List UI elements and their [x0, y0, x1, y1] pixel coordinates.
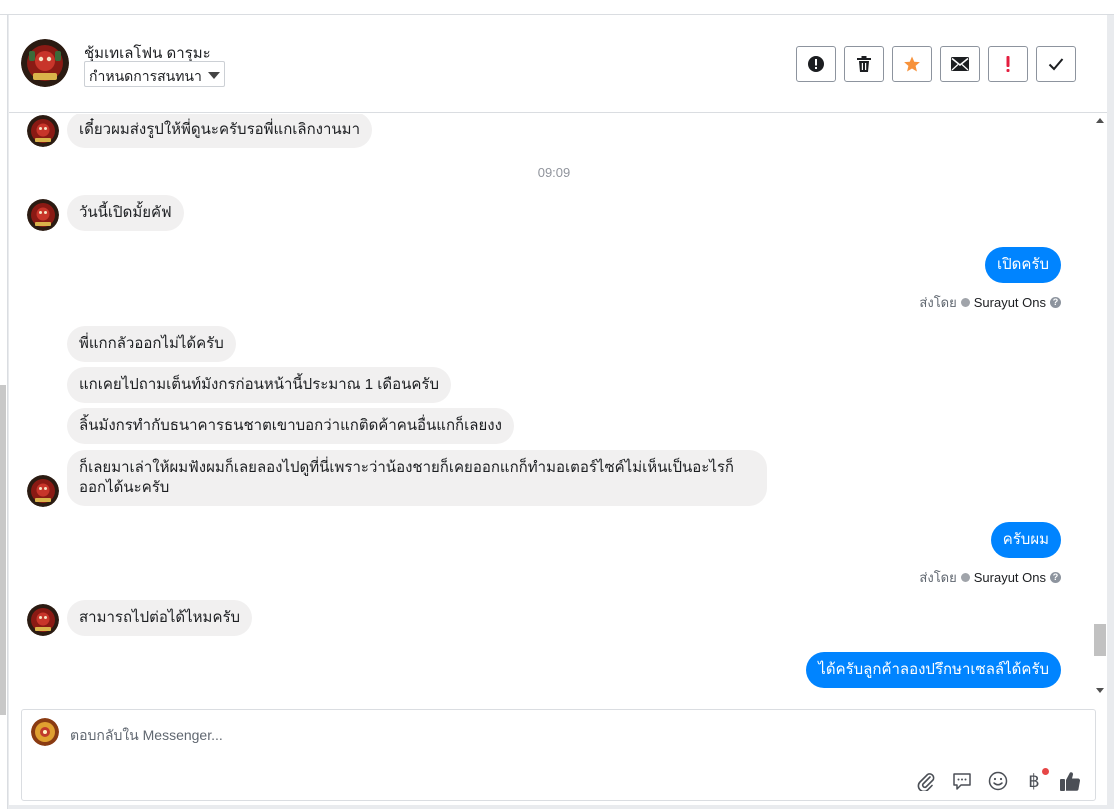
conversation-actions [796, 46, 1076, 82]
scroll-up-arrow-icon[interactable] [1096, 118, 1104, 123]
page-avatar [31, 718, 59, 746]
sent-by-prefix: ส่งโดย [919, 570, 957, 585]
notification-dot [1042, 768, 1049, 775]
delete-button[interactable] [844, 46, 884, 82]
outgoing-message[interactable]: ครับผม [990, 522, 1061, 558]
outgoing-message[interactable]: ได้ครับลูกค้าลองปรึกษาเซลล์ได้ครับ [806, 652, 1061, 688]
thread-scrollbar[interactable] [1093, 114, 1107, 697]
right-gutter [1107, 15, 1114, 809]
envelope-icon [951, 57, 969, 71]
sent-by-prefix: ส่งโดย [919, 295, 957, 310]
sent-by-agent[interactable]: Surayut Ons [974, 570, 1046, 585]
sent-by-agent[interactable]: Surayut Ons [974, 295, 1046, 310]
reply-input[interactable]: ตอบกลับใน Messenger... [70, 725, 223, 747]
top-strip [0, 0, 1114, 15]
composer-tools: ฿ [915, 768, 1081, 792]
contact-avatar-small[interactable] [27, 604, 59, 636]
contact-avatar-small[interactable] [27, 475, 59, 507]
conversation-header: ชุ้มเทเลโฟน ดารุมะ กำหนดการสนทนา [9, 15, 1107, 113]
emoji-button[interactable] [987, 770, 1009, 792]
conversation-panel: ชุ้มเทเลโฟน ดารุมะ กำหนดการสนทนา เดี๋ยวผ… [9, 15, 1107, 805]
outgoing-message[interactable]: เปิดครับ [984, 247, 1061, 283]
thumbs-up-icon [1060, 772, 1081, 791]
sent-by-label: ส่งโดย Surayut Ons ? [919, 567, 1061, 588]
caret-down-icon [208, 72, 220, 79]
scroll-down-arrow-icon[interactable] [1096, 688, 1104, 693]
follow-up-button[interactable] [988, 46, 1028, 82]
incoming-message[interactable]: วันนี้เปิดมั้ยคัฟ [67, 195, 184, 231]
help-icon[interactable]: ? [1050, 297, 1061, 308]
incoming-message[interactable]: เดี๋ยวผมส่งรูปให้พี่ดูนะครับรอพี่แกเลิกง… [67, 114, 372, 148]
contact-avatar-small[interactable] [27, 115, 59, 147]
label-select-value: กำหนดการสนทนา [89, 68, 202, 84]
reply-composer[interactable]: ตอบกลับใน Messenger... ฿ [21, 709, 1096, 801]
incoming-message[interactable]: พี่แกกลัวออกไม่ได้ครับ [67, 326, 236, 362]
like-button[interactable] [1059, 770, 1081, 792]
alert-circle-icon [808, 56, 824, 72]
thread-scrollbar-thumb[interactable] [1094, 624, 1106, 656]
paperclip-icon [917, 773, 935, 791]
incoming-message[interactable]: แกเคยไปถามเต็นท์มังกรก่อนหน้านี้ประมาณ 1… [67, 367, 451, 403]
incoming-message[interactable]: ก็เลยมาเล่าให้ผมฟังผมก็เลยลองไปดูที่นี่เ… [67, 450, 767, 506]
message-thread[interactable]: เดี๋ยวผมส่งรูปให้พี่ดูนะครับรอพี่แกเลิกง… [9, 114, 1107, 697]
emoji-icon [988, 771, 1008, 791]
conversation-label-select[interactable]: กำหนดการสนทนา [84, 61, 225, 87]
help-icon[interactable]: ? [1050, 572, 1061, 583]
check-icon [1048, 58, 1064, 71]
left-scrollbar[interactable] [0, 15, 8, 809]
exclamation-icon [1006, 56, 1010, 72]
agent-status-icon [960, 298, 970, 307]
incoming-message[interactable]: สามารถไปต่อได้ไหมครับ [67, 600, 253, 636]
star-icon [904, 56, 920, 72]
contact-avatar-small[interactable] [27, 199, 59, 231]
saved-replies-button[interactable] [951, 770, 973, 792]
saved-reply-icon [953, 773, 971, 790]
sent-by-label: ส่งโดย Surayut Ons ? [919, 292, 1061, 313]
message-timestamp: 09:09 [537, 165, 571, 180]
mark-done-button[interactable] [1036, 46, 1076, 82]
mark-unread-button[interactable] [940, 46, 980, 82]
star-button[interactable] [892, 46, 932, 82]
agent-status-icon [960, 573, 970, 582]
trash-icon [857, 56, 871, 72]
contact-avatar[interactable] [21, 39, 69, 87]
left-scrollbar-thumb[interactable] [0, 385, 6, 715]
payment-button[interactable]: ฿ [1023, 768, 1049, 792]
baht-payment-icon: ฿ [1028, 770, 1040, 791]
attach-button[interactable] [915, 770, 937, 792]
incoming-message[interactable]: ลิ้นมังกรทำกับธนาคารธนชาตเขาบอกว่าแกติดค… [67, 408, 514, 444]
spam-button[interactable] [796, 46, 836, 82]
